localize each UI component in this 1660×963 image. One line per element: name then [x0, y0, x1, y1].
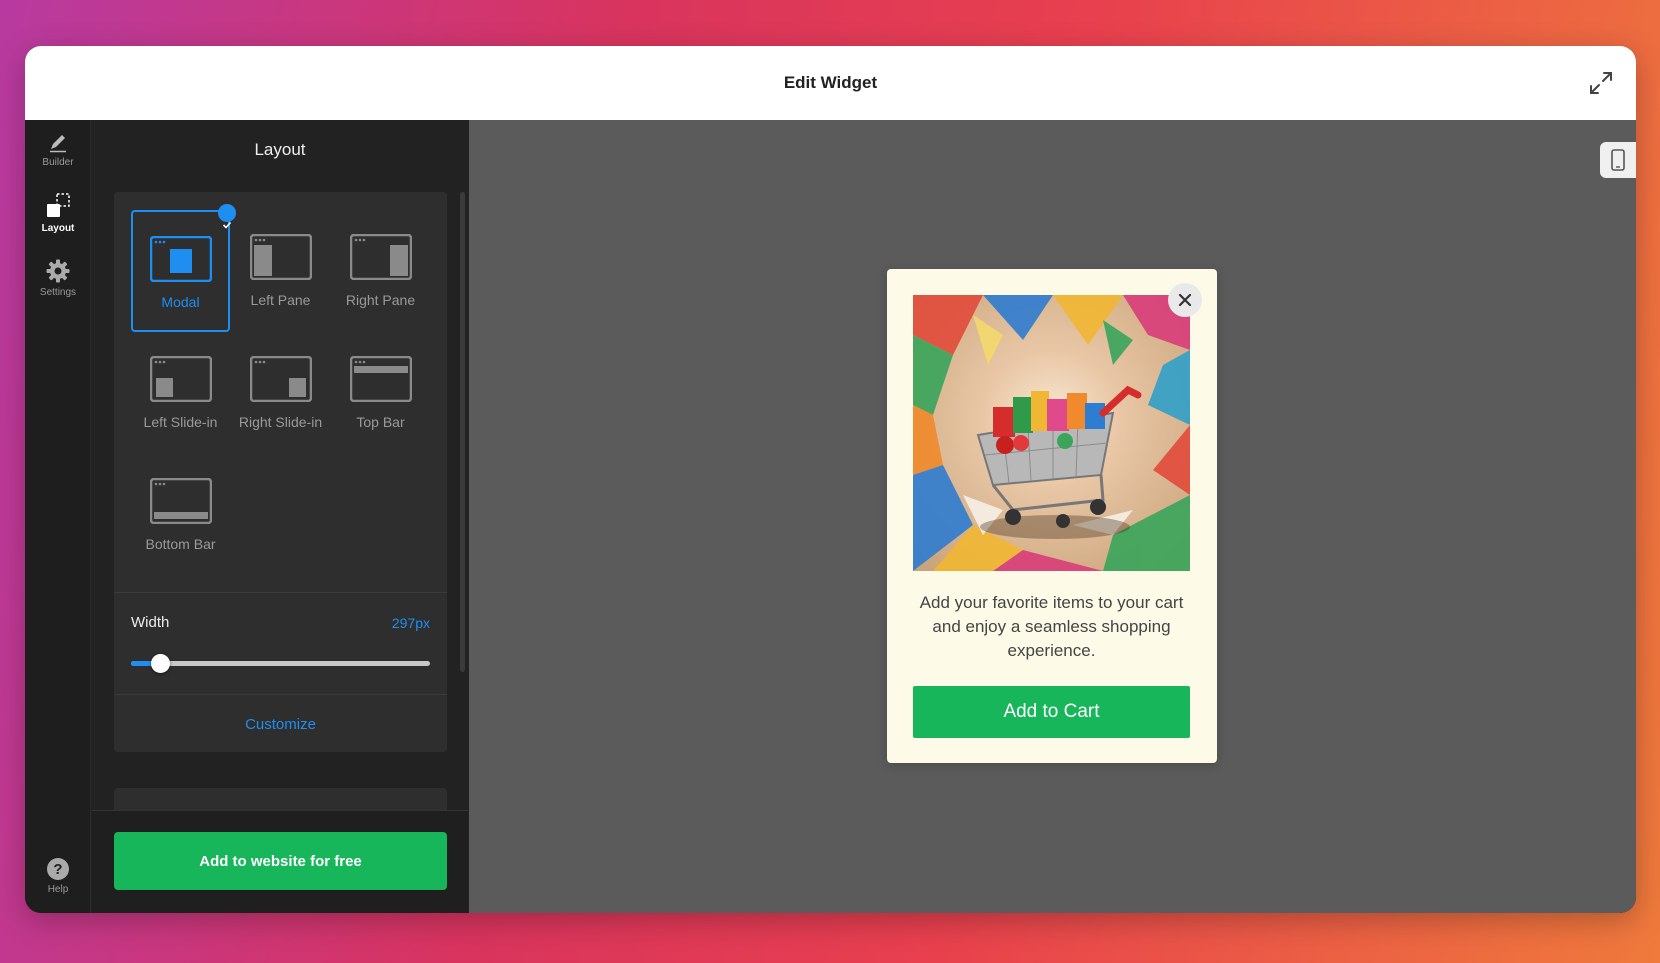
modal-description: Add your favorite items to your cart and…	[919, 593, 1184, 660]
divider	[114, 694, 447, 695]
gear-icon	[46, 259, 70, 283]
layout-icon	[47, 193, 70, 217]
panel-scrollbar[interactable]	[460, 192, 465, 672]
left-nav-rail: Builder Layout Settings ? Help	[25, 120, 91, 913]
width-label: Width	[131, 614, 170, 631]
layout-option-label: Bottom Bar	[145, 536, 216, 552]
rail-label-layout: Layout	[41, 223, 75, 234]
width-slider-thumb[interactable]	[151, 654, 171, 673]
layout-options-card: Modal Left Pane Right Pane Left Slide-in…	[114, 192, 447, 752]
svg-text:?: ?	[53, 861, 62, 878]
layout-option-label: Right Pane	[345, 292, 416, 308]
help-icon: ?	[47, 858, 69, 880]
panel-title: Layout	[254, 140, 306, 159]
layout-option-label: Top Bar	[356, 414, 405, 430]
layout-option-right-pane[interactable]: Right Pane	[331, 210, 430, 332]
top-bar-layout-icon	[349, 356, 412, 402]
add-to-website-button[interactable]: Add to website for free	[114, 832, 447, 890]
width-slider[interactable]	[131, 654, 430, 673]
pencil-icon	[50, 135, 66, 153]
rail-item-builder[interactable]: Builder	[25, 132, 91, 188]
bottom-bar-layout-icon	[149, 478, 212, 524]
customize-link[interactable]: Customize	[114, 716, 447, 733]
layout-option-top-bar[interactable]: Top Bar	[331, 332, 430, 454]
layout-option-left-slide-in[interactable]: Left Slide-in	[131, 332, 230, 454]
rail-label-settings: Settings	[39, 287, 77, 298]
layout-panel: Layout Modal Left Pane Right Pane Left S…	[92, 120, 468, 913]
layout-option-label: Right Slide-in	[238, 414, 323, 430]
right-pane-layout-icon	[349, 234, 412, 280]
layout-option-bottom-bar[interactable]: Bottom Bar	[131, 454, 230, 576]
rail-item-help[interactable]: ? Help	[25, 857, 91, 913]
right-slide-in-layout-icon	[249, 356, 312, 402]
expand-icon[interactable]	[1586, 68, 1616, 98]
left-pane-layout-icon	[249, 234, 312, 280]
close-icon[interactable]	[1168, 283, 1202, 317]
collapsed-section-card[interactable]	[114, 788, 447, 810]
edit-widget-window: Edit Widget Builder Layout Settings ? He…	[25, 46, 1636, 913]
modal-layout-icon	[149, 236, 212, 282]
layout-option-left-pane[interactable]: Left Pane	[231, 210, 330, 332]
rail-label-help: Help	[47, 884, 69, 895]
preview-canvas: Add your favorite items to your cart and…	[469, 120, 1636, 913]
rail-label-builder: Builder	[42, 157, 74, 168]
left-slide-in-layout-icon	[149, 356, 212, 402]
layout-option-right-slide-in[interactable]: Right Slide-in	[231, 332, 330, 454]
layout-option-label: Left Pane	[250, 292, 311, 308]
layout-option-modal[interactable]: Modal	[131, 204, 236, 332]
title-bar: Edit Widget	[25, 46, 1636, 120]
window-title: Edit Widget	[783, 73, 878, 92]
layout-option-label: Left Slide-in	[143, 414, 218, 430]
rail-item-layout[interactable]: Layout	[25, 192, 91, 248]
widget-modal-preview: Add your favorite items to your cart and…	[887, 269, 1217, 763]
rail-item-settings[interactable]: Settings	[25, 258, 91, 314]
add-to-cart-button[interactable]: Add to Cart	[913, 686, 1190, 738]
shopping-cart-image	[913, 295, 1190, 571]
mobile-preview-icon[interactable]	[1600, 142, 1636, 178]
panel-footer: Add to website for free	[92, 810, 468, 913]
width-value: 297px	[391, 615, 430, 631]
layout-option-label: Modal	[161, 294, 200, 310]
divider	[114, 592, 447, 593]
